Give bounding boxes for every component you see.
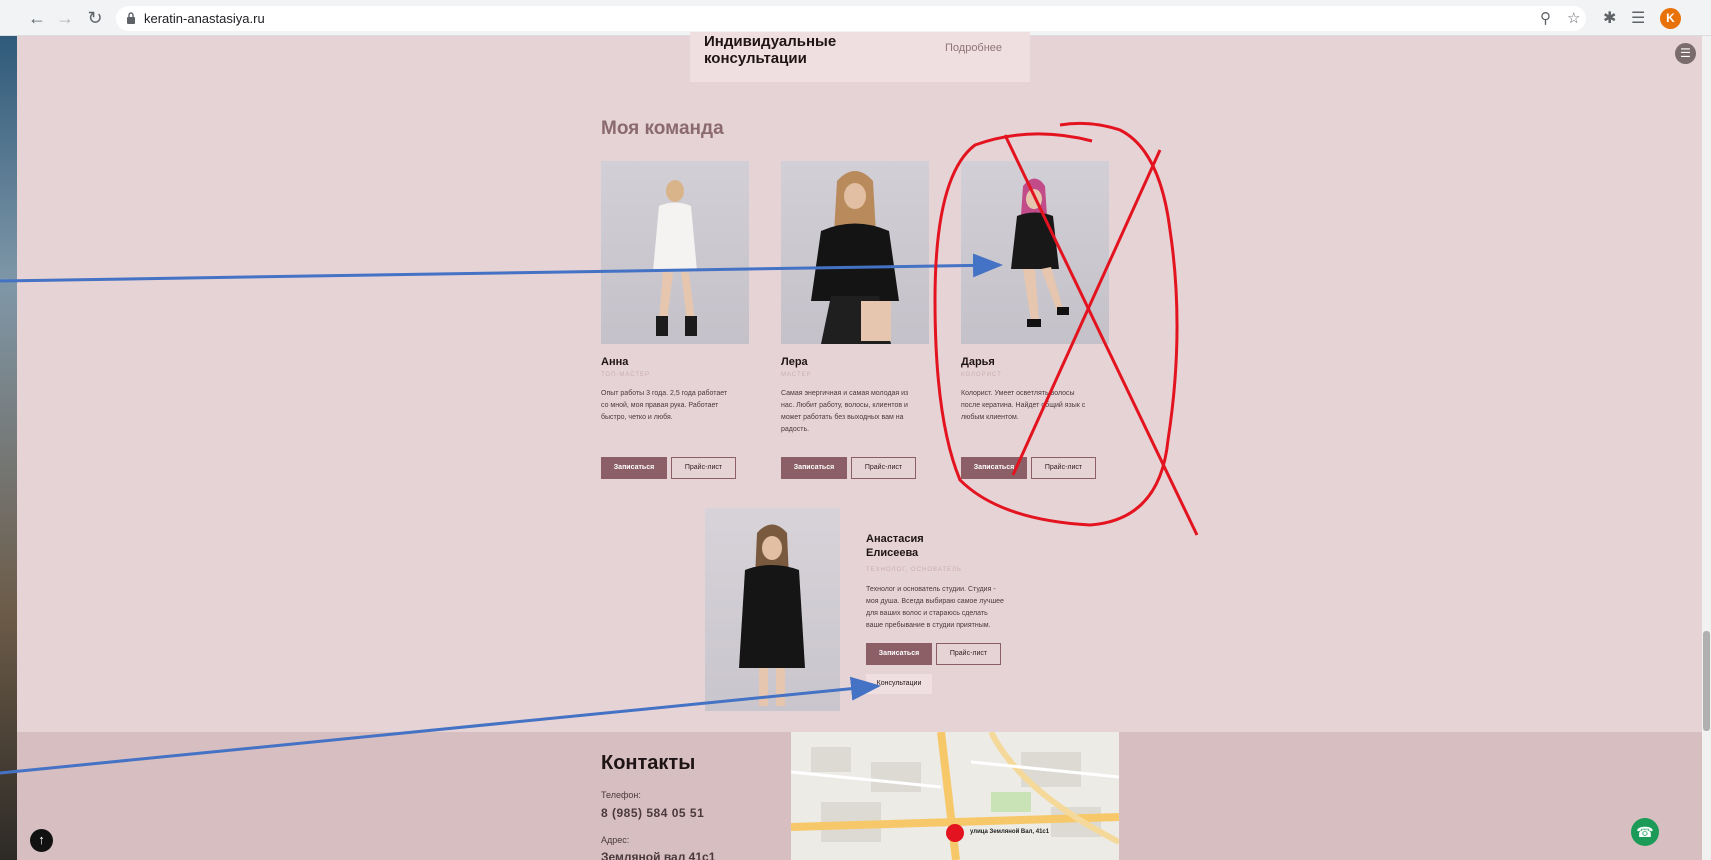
member-photo (601, 161, 749, 344)
member-photo (781, 161, 929, 344)
member-role: МАСТЕР (781, 372, 812, 378)
call-phone-icon[interactable]: ☎ (1631, 818, 1659, 846)
member-role: КОЛОРИСТ (961, 372, 1002, 378)
background-window-strip (0, 36, 17, 860)
founder-consultations-button[interactable]: Консультации (866, 674, 932, 694)
member-figure-illustration (653, 180, 697, 336)
founder-price-list-button[interactable]: Прайс-лист (936, 643, 1001, 665)
member-role: ТОП-МАСТЕР (601, 372, 651, 378)
page-scrollbar[interactable] (1702, 36, 1711, 860)
price-list-button[interactable]: Прайс-лист (851, 457, 916, 479)
founder-photo (705, 508, 840, 711)
member-description: Опыт работы 3 года. 2,5 года работает со… (601, 390, 728, 421)
member-figure-illustration (811, 171, 899, 344)
founder-description: Технолог и основатель студии. Студия - м… (866, 586, 1004, 629)
member-description: Самая энергичная и самая молодая из нас.… (781, 390, 909, 433)
bookmark-star-icon[interactable]: ☆ (1567, 9, 1580, 27)
url-text: keratin-anastasiya.ru (144, 11, 265, 26)
scrollbar-thumb[interactable] (1703, 631, 1710, 731)
map-address-label: улица Земляной Вал, 41с1 (970, 829, 1050, 835)
member-description: Колорист. Умеет осветлять волосы после к… (961, 390, 1086, 421)
founder-book-button[interactable]: Записаться (866, 643, 932, 665)
member-name: Лера (781, 356, 808, 368)
founder-name: Анастасия Елисеева (866, 533, 924, 559)
price-list-button[interactable]: Прайс-лист (671, 457, 736, 479)
lock-icon (127, 12, 135, 24)
media-queue-icon[interactable]: ☰ (1631, 8, 1645, 28)
consultation-card[interactable]: Индивидуальные консультации Подробнее (690, 32, 1030, 82)
reload-icon[interactable]: ↻ (84, 7, 106, 29)
member-photo (961, 161, 1109, 344)
contacts-title: Контакты (601, 752, 696, 774)
consultation-card-title: Индивидуальные консультации (704, 33, 837, 67)
founder-role: ТЕХНОЛОГ, ОСНОВАТЕЛЬ (866, 567, 962, 573)
page-menu-icon[interactable]: ☰ (1675, 43, 1696, 64)
browser-toolbar: ← → ↻ keratin-anastasiya.ru ⚲ ☆ ✱ ☰ K (0, 0, 1711, 36)
phone-label: Телефон: (601, 790, 641, 800)
back-icon[interactable]: ← (26, 7, 48, 29)
team-section-title: Моя команда (601, 118, 724, 139)
address-label: Адрес: (601, 835, 630, 845)
member-name: Анна (601, 356, 629, 368)
member-name: Дарья (961, 356, 995, 368)
book-button[interactable]: Записаться (781, 457, 847, 479)
price-list-button[interactable]: Прайс-лист (1031, 457, 1096, 479)
member-figure-illustration (1011, 178, 1069, 327)
phone-number[interactable]: 8 (985) 584 05 51 (601, 806, 704, 820)
map[interactable]: улица Земляной Вал, 41с1 (791, 732, 1119, 860)
scroll-to-top-button[interactable]: ↑ (30, 829, 53, 852)
extensions-icon[interactable]: ✱ (1603, 8, 1616, 28)
map-tiles (791, 732, 1119, 860)
forward-icon[interactable]: → (54, 7, 76, 29)
consultation-more-link[interactable]: Подробнее (945, 42, 1002, 54)
book-button[interactable]: Записаться (601, 457, 667, 479)
profile-avatar[interactable]: K (1660, 8, 1681, 29)
address-bar[interactable]: keratin-anastasiya.ru ⚲ ☆ (116, 6, 1586, 31)
book-button[interactable]: Записаться (961, 457, 1027, 479)
founder-figure-illustration (739, 524, 805, 706)
address-text: Земляной вал 41с1 (601, 850, 716, 860)
zoom-icon[interactable]: ⚲ (1540, 9, 1551, 27)
